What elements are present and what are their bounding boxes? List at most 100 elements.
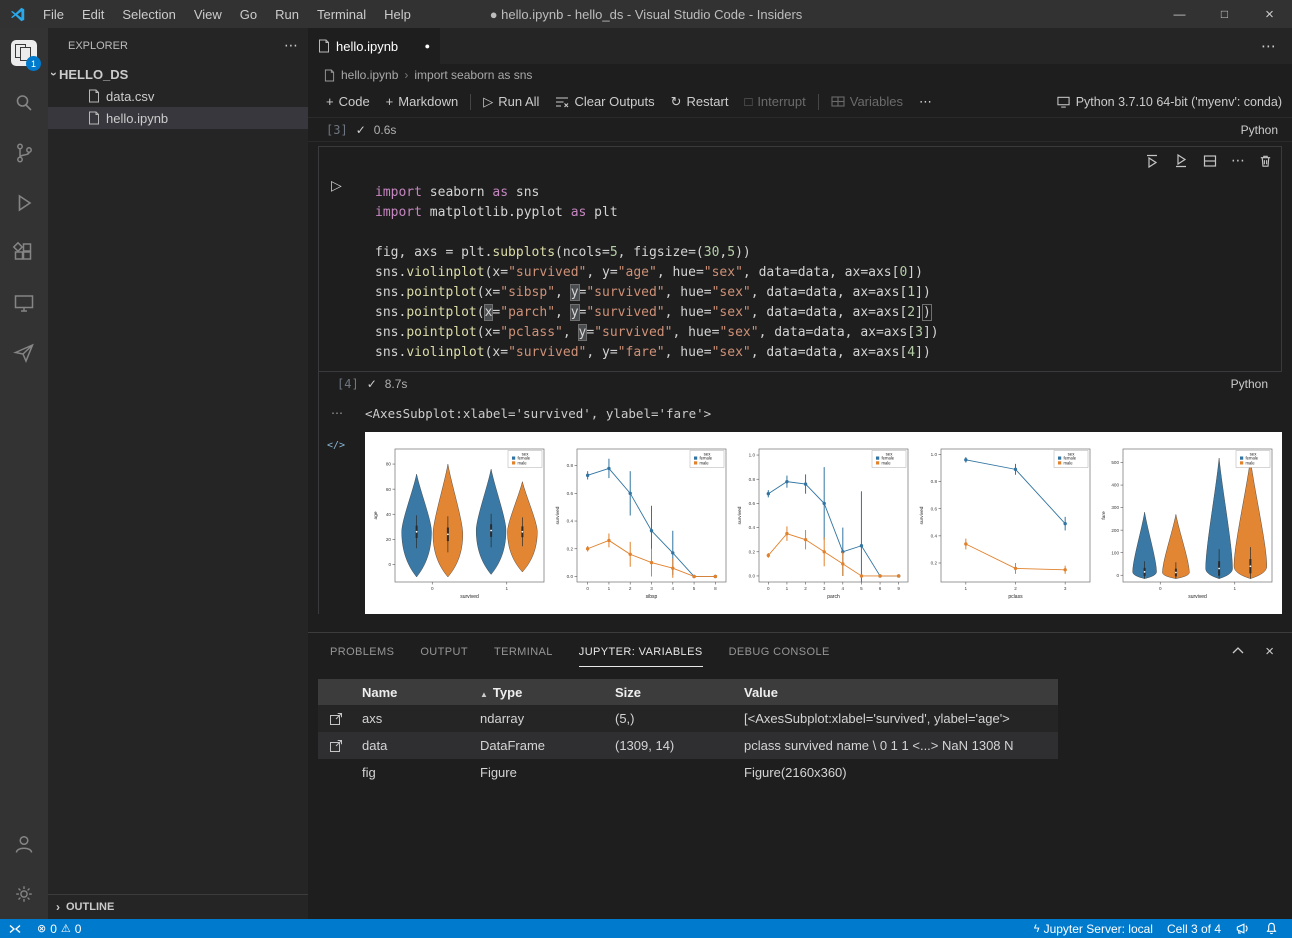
menu-edit[interactable]: Edit bbox=[73, 7, 113, 22]
menu-terminal[interactable]: Terminal bbox=[308, 7, 375, 22]
close-button[interactable]: × bbox=[1247, 0, 1292, 28]
tab-problems[interactable]: PROBLEMS bbox=[330, 636, 394, 667]
explorer-icon[interactable]: 1 bbox=[0, 28, 48, 78]
svg-text:0.6: 0.6 bbox=[749, 501, 756, 506]
modified-dot-icon[interactable]: ● bbox=[425, 41, 430, 51]
column-name[interactable]: Name bbox=[354, 685, 472, 700]
maximize-panel-icon[interactable] bbox=[1231, 644, 1245, 658]
breadcrumb-file[interactable]: hello.ipynb bbox=[341, 68, 398, 82]
svg-text:male: male bbox=[1064, 460, 1074, 465]
notifications-bell-icon[interactable] bbox=[1257, 919, 1286, 938]
file-label: hello.ipynb bbox=[106, 111, 168, 126]
code-line[interactable]: import matplotlib.pyplot as plt bbox=[375, 203, 939, 223]
column-value[interactable]: Value bbox=[736, 685, 1058, 700]
editor-actions-more-icon[interactable]: ⋯ bbox=[1261, 28, 1292, 64]
vscode-logo-icon bbox=[0, 6, 34, 23]
open-variable-icon[interactable] bbox=[329, 712, 343, 726]
svg-text:5: 5 bbox=[860, 586, 863, 591]
variables-button[interactable]: Variables bbox=[823, 94, 911, 109]
cell-language[interactable]: Python bbox=[1231, 377, 1282, 391]
interrupt-button[interactable]: □ Interrupt bbox=[736, 94, 813, 109]
tab-hello-ipynb[interactable]: hello.ipynb ● bbox=[308, 28, 440, 64]
restart-button[interactable]: ↻ Restart bbox=[663, 94, 737, 110]
menu-go[interactable]: Go bbox=[231, 7, 266, 22]
execute-above-icon[interactable] bbox=[1144, 153, 1160, 169]
toolbar-more-icon[interactable]: ⋯ bbox=[911, 94, 940, 110]
menu-view[interactable]: View bbox=[185, 7, 231, 22]
breadcrumb-symbol[interactable]: import seaborn as sns bbox=[414, 68, 532, 82]
svg-text:1: 1 bbox=[607, 586, 610, 591]
kernel-picker[interactable]: Python 3.7.10 64-bit ('myenv': conda) bbox=[1057, 95, 1292, 109]
tab-debug-console[interactable]: DEBUG CONSOLE bbox=[729, 636, 830, 667]
code-line[interactable]: sns.violinplot(x="survived", y="fare", h… bbox=[375, 343, 939, 363]
add-markdown-cell-button[interactable]: + Markdown bbox=[378, 94, 467, 109]
add-code-cell-button[interactable]: + Code bbox=[318, 94, 378, 109]
cell-more-icon[interactable]: ⋯ bbox=[1231, 152, 1245, 169]
svg-text:0.6: 0.6 bbox=[931, 506, 938, 511]
close-panel-icon[interactable]: × bbox=[1265, 643, 1274, 660]
variable-row-fig[interactable]: figFigureFigure(2160x360) bbox=[318, 759, 1058, 786]
search-icon[interactable] bbox=[0, 78, 48, 128]
explorer-sidebar: EXPLORER ⋯ › HELLO_DS data.csv hello.ipy… bbox=[48, 28, 308, 919]
source-control-icon[interactable] bbox=[0, 128, 48, 178]
run-cell-button[interactable]: ▷ bbox=[331, 177, 342, 194]
svg-text:1: 1 bbox=[965, 586, 968, 591]
explorer-more-icon[interactable]: ⋯ bbox=[284, 37, 298, 54]
account-icon[interactable] bbox=[0, 819, 48, 869]
menu-help[interactable]: Help bbox=[375, 7, 420, 22]
file-label: data.csv bbox=[106, 89, 154, 104]
clear-outputs-button[interactable]: Clear Outputs bbox=[547, 94, 662, 109]
run-all-button[interactable]: ▷ Run All bbox=[475, 94, 547, 110]
warning-count: 0 bbox=[75, 922, 82, 936]
execute-below-icon[interactable] bbox=[1173, 153, 1189, 169]
maximize-button[interactable]: □ bbox=[1202, 0, 1247, 28]
delete-cell-icon[interactable] bbox=[1258, 153, 1273, 169]
column-type[interactable]: ▲Type bbox=[472, 685, 607, 700]
feedback-megaphone-icon[interactable] bbox=[1228, 919, 1257, 938]
remote-indicator[interactable] bbox=[0, 919, 30, 938]
variable-size: (5,) bbox=[607, 711, 736, 726]
tab-output[interactable]: OUTPUT bbox=[420, 636, 468, 667]
cell-language[interactable]: Python bbox=[1241, 123, 1292, 137]
code-line[interactable]: fig, axs = plt.subplots(ncols=5, figsize… bbox=[375, 243, 939, 263]
code-line[interactable]: sns.pointplot(x="sibsp", y="survived", h… bbox=[375, 283, 939, 303]
code-line[interactable] bbox=[375, 223, 939, 243]
cell-position-status[interactable]: Cell 3 of 4 bbox=[1160, 919, 1228, 938]
code-line[interactable]: sns.pointplot(x="pclass", y="survived", … bbox=[375, 323, 939, 343]
outline-section[interactable]: › OUTLINE bbox=[48, 894, 308, 919]
folder-hello-ds[interactable]: › HELLO_DS bbox=[48, 63, 308, 85]
variable-row-data[interactable]: dataDataFrame(1309, 14)pclass survived n… bbox=[318, 732, 1058, 759]
problems-status[interactable]: ⊗ 0 ⚠ 0 bbox=[30, 919, 88, 938]
svg-text:parch: parch bbox=[827, 594, 840, 600]
code-line[interactable]: sns.violinplot(x="survived", y="age", hu… bbox=[375, 263, 939, 283]
change-presentation-icon[interactable]: </> bbox=[319, 440, 365, 451]
file-hello-ipynb[interactable]: hello.ipynb bbox=[48, 107, 308, 129]
settings-gear-icon[interactable] bbox=[0, 869, 48, 919]
split-cell-icon[interactable] bbox=[1202, 153, 1218, 169]
code-line[interactable]: import seaborn as sns bbox=[375, 183, 939, 203]
chevron-right-icon: › bbox=[56, 900, 60, 914]
jupyter-server-status[interactable]: ϟ Jupyter Server: local bbox=[1027, 919, 1160, 938]
menu-file[interactable]: File bbox=[34, 7, 73, 22]
cell-toolbar: ⋯ bbox=[1144, 152, 1273, 169]
minimize-button[interactable]: — bbox=[1157, 0, 1202, 28]
tab-jupyter-variables[interactable]: JUPYTER: VARIABLES bbox=[579, 636, 703, 667]
svg-text:0: 0 bbox=[586, 586, 589, 591]
menu-selection[interactable]: Selection bbox=[113, 7, 184, 22]
variable-row-axs[interactable]: axsndarray(5,)[<AxesSubplot:xlabel='surv… bbox=[318, 705, 1058, 732]
open-variable-icon[interactable] bbox=[329, 739, 343, 753]
code-line[interactable]: sns.pointplot(x="parch", y="survived", h… bbox=[375, 303, 939, 323]
code-lines[interactable]: import seaborn as snsimport matplotlib.p… bbox=[375, 183, 939, 363]
menu-run[interactable]: Run bbox=[266, 7, 308, 22]
svg-text:1: 1 bbox=[505, 586, 508, 591]
output-more-icon[interactable]: ⋯ bbox=[319, 406, 365, 420]
jupyter-send-icon[interactable] bbox=[0, 328, 48, 378]
file-data-csv[interactable]: data.csv bbox=[48, 85, 308, 107]
column-size[interactable]: Size bbox=[607, 685, 736, 700]
run-debug-icon[interactable] bbox=[0, 178, 48, 228]
extensions-icon[interactable] bbox=[0, 228, 48, 278]
remote-explorer-icon[interactable] bbox=[0, 278, 48, 328]
tab-terminal[interactable]: TERMINAL bbox=[494, 636, 553, 667]
svg-text:2: 2 bbox=[1014, 586, 1017, 591]
code-cell[interactable]: ⋯ ▷ import seaborn as snsimport matplotl… bbox=[318, 146, 1282, 372]
